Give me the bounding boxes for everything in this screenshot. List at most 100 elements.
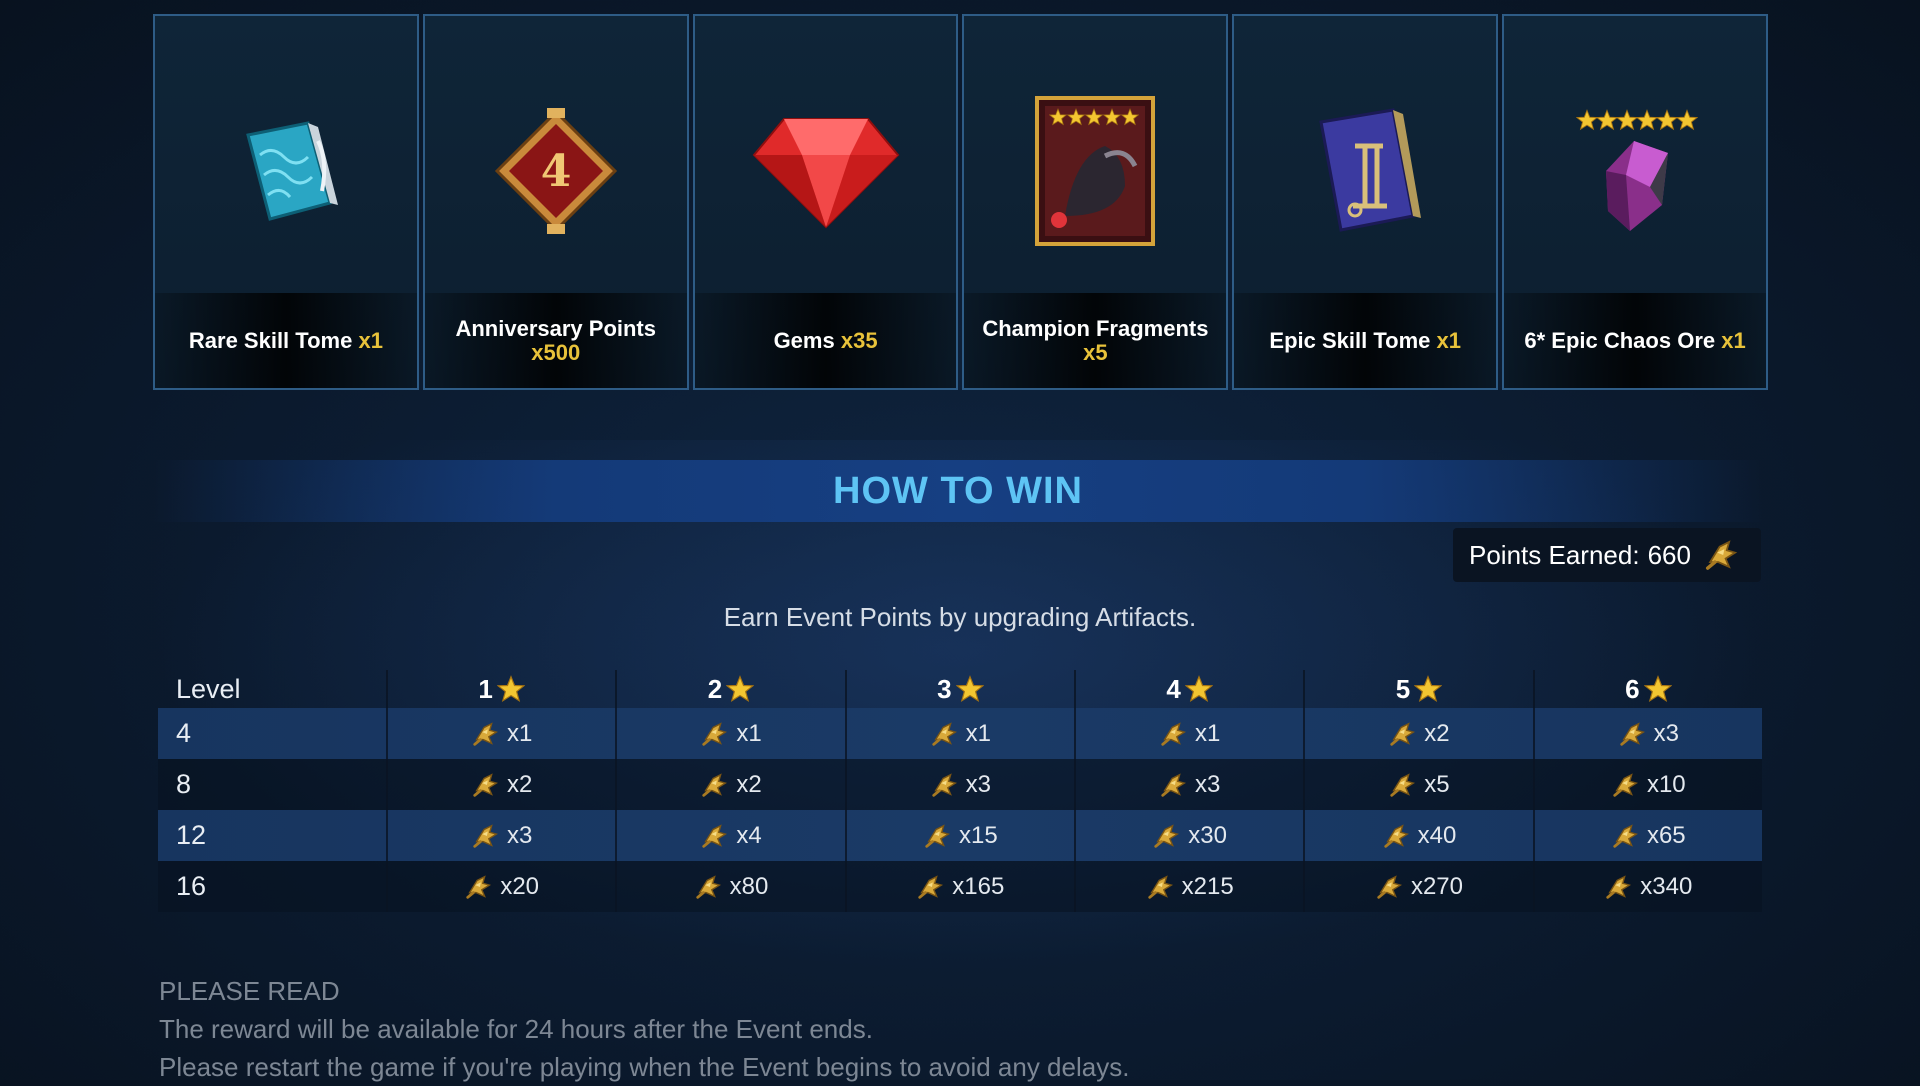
- event-point-token-icon: [1375, 872, 1405, 902]
- level-column-header: Level: [176, 673, 241, 704]
- reward-card-epic-chaos-ore[interactable]: 6* Epic Chaos Ore x1: [1502, 14, 1768, 390]
- event-point-token-icon: [1146, 872, 1176, 902]
- table-row: 12 x3 x4 x15 x30 x40 x65: [158, 810, 1762, 861]
- event-point-token-icon: [1388, 719, 1418, 749]
- reward-label: Champion Fragments x5: [964, 293, 1227, 388]
- points-cell: x340: [1532, 861, 1762, 912]
- points-cell: x2: [615, 759, 844, 810]
- points-cell: x20: [386, 861, 615, 912]
- points-cell: x1: [386, 708, 615, 759]
- rank-header: 2: [615, 670, 844, 708]
- star-icon: [1414, 675, 1442, 703]
- points-cell: x3: [1532, 708, 1762, 759]
- how-to-win-title: HOW TO WIN: [833, 469, 1083, 512]
- event-point-token-icon: [1159, 770, 1189, 800]
- reward-card-gems[interactable]: Gems x35: [692, 14, 959, 390]
- table-header-row: Level 1 2 3 4 5 6: [158, 670, 1762, 708]
- points-cell: x5: [1303, 759, 1532, 810]
- rank-header: 6: [1532, 670, 1762, 708]
- event-point-token-icon: [1611, 770, 1641, 800]
- event-point-token-icon: [694, 872, 724, 902]
- points-cell: x1: [1073, 708, 1303, 759]
- rank-header: 3: [844, 670, 1074, 708]
- event-point-token-icon: [916, 872, 946, 902]
- blue-tome-icon: [155, 86, 417, 256]
- red-gem-icon: [695, 86, 957, 256]
- star-icon: [726, 675, 754, 703]
- svg-text:4: 4: [540, 146, 571, 197]
- star-icon: [1644, 675, 1672, 703]
- event-point-token-icon: [1604, 872, 1634, 902]
- level-cell: 16: [176, 871, 207, 901]
- level-cell: 12: [176, 820, 207, 850]
- reward-card-anniversary-points[interactable]: 4 Anniversary Points x500: [422, 14, 689, 390]
- points-cell: x215: [1073, 861, 1303, 912]
- points-table: Level 1 2 3 4 5 6 4 x1 x1 x1 x1 x2 x3 8 x2 x2 x3 x3…: [158, 670, 1762, 912]
- star-icon: [956, 675, 984, 703]
- points-cell: x65: [1532, 810, 1762, 861]
- event-point-token-icon: [1611, 821, 1641, 851]
- points-cell: x2: [1303, 708, 1532, 759]
- event-point-token-icon: [1618, 719, 1648, 749]
- notes-heading: PLEASE READ: [159, 976, 340, 1006]
- reward-list: Rare Skill Tome x1 4 Anniversary Points …: [153, 14, 1768, 392]
- points-cell: x4: [615, 810, 844, 861]
- rank-header: 1: [386, 670, 615, 708]
- points-cell: x15: [844, 810, 1074, 861]
- reward-card-champion-fragments[interactable]: Champion Fragments x5: [962, 14, 1229, 390]
- points-cell: x3: [1073, 759, 1303, 810]
- points-earned-label: Points Earned:: [1469, 539, 1640, 570]
- event-point-token-icon: [1703, 536, 1741, 574]
- event-point-token-icon: [700, 719, 730, 749]
- event-point-token-icon: [464, 872, 494, 902]
- reward-label: Anniversary Points x500: [424, 293, 687, 388]
- purple-tome-icon: [1234, 86, 1496, 256]
- reward-card-epic-skill-tome[interactable]: Epic Skill Tome x1: [1232, 14, 1499, 390]
- please-read-notes: PLEASE READ The reward will be available…: [159, 972, 1129, 1086]
- points-cell: x270: [1303, 861, 1532, 912]
- points-cell: x1: [844, 708, 1074, 759]
- event-point-token-icon: [471, 719, 501, 749]
- points-cell: x3: [844, 759, 1074, 810]
- how-to-win-banner: HOW TO WIN: [153, 460, 1763, 522]
- event-point-token-icon: [1382, 821, 1412, 851]
- star-icon: [1185, 675, 1213, 703]
- event-point-token-icon: [471, 821, 501, 851]
- reward-label: Rare Skill Tome x1: [155, 293, 417, 388]
- table-row: 8 x2 x2 x3 x3 x5 x10: [158, 759, 1762, 810]
- event-point-token-icon: [930, 719, 960, 749]
- notes-line: Please restart the game if you're playin…: [159, 1052, 1130, 1082]
- event-point-token-icon: [923, 821, 953, 851]
- points-earned-value: 660: [1647, 539, 1691, 570]
- event-point-token-icon: [471, 770, 501, 800]
- notes-line: The reward will be available for 24 hour…: [159, 1014, 873, 1044]
- event-point-token-icon: [700, 821, 730, 851]
- level-cell: 8: [176, 769, 192, 799]
- points-cell: x165: [844, 861, 1074, 912]
- rank-header: 4: [1073, 670, 1303, 708]
- points-cell: x10: [1532, 759, 1762, 810]
- champion-card-icon: [964, 86, 1226, 256]
- chaos-ore-icon: [1504, 86, 1766, 256]
- level-cell: 4: [176, 718, 192, 748]
- reward-card-rare-skill-tome[interactable]: Rare Skill Tome x1: [153, 14, 419, 390]
- event-point-token-icon: [1152, 821, 1182, 851]
- rank-header: 5: [1303, 670, 1532, 708]
- reward-label: Epic Skill Tome x1: [1234, 293, 1497, 388]
- table-row: 16 x20 x80 x165 x215 x270 x340: [158, 861, 1762, 912]
- event-point-token-icon: [1388, 770, 1418, 800]
- reward-label: Gems x35: [694, 293, 957, 388]
- event-description: Earn Event Points by upgrading Artifacts…: [723, 602, 1197, 632]
- anniversary-badge-icon: 4: [425, 86, 687, 256]
- points-cell: x1: [615, 708, 844, 759]
- reward-label: 6* Epic Chaos Ore x1: [1504, 293, 1766, 388]
- points-cell: x40: [1303, 810, 1532, 861]
- points-cell: x3: [386, 810, 615, 861]
- table-row: 4 x1 x1 x1 x1 x2 x3: [158, 708, 1762, 759]
- event-point-token-icon: [930, 770, 960, 800]
- points-cell: x80: [615, 861, 844, 912]
- points-cell: x30: [1073, 810, 1303, 861]
- points-cell: x2: [386, 759, 615, 810]
- star-icon: [497, 675, 525, 703]
- points-earned-display: Points Earned: 660: [1453, 528, 1761, 582]
